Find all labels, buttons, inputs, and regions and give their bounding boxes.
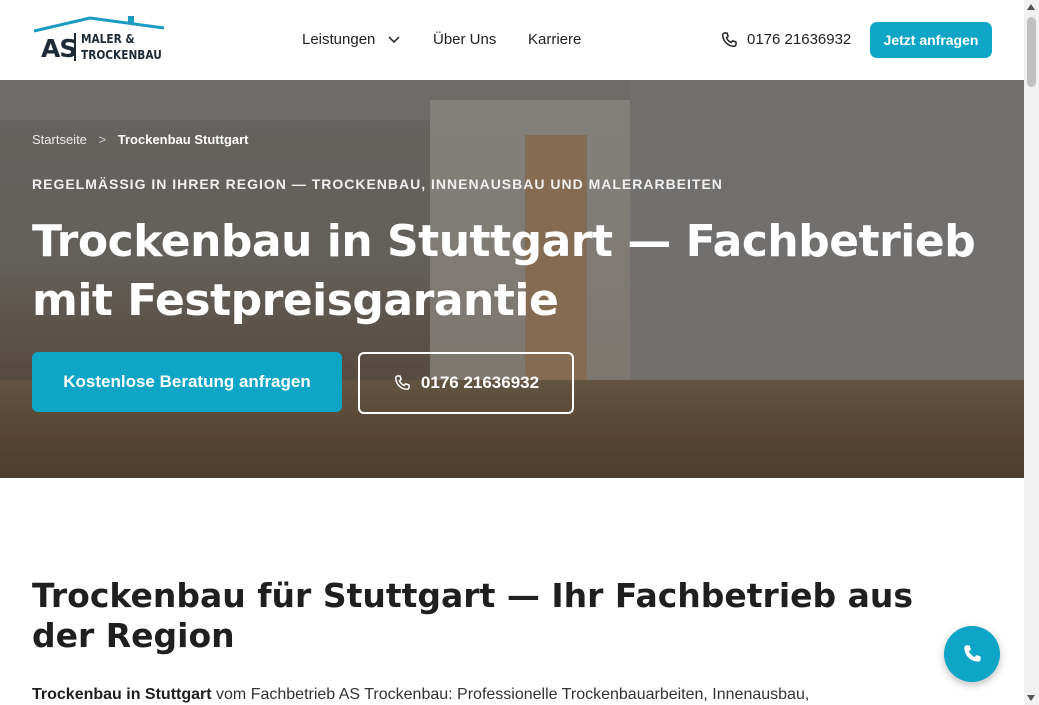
page-scrollbar[interactable] [1024, 0, 1039, 705]
breadcrumb: Startseite > Trockenbau Stuttgart [32, 132, 249, 147]
nav-item-label: Leistungen [302, 31, 376, 48]
site-header: AS MALER & TROCKENBAU Leistungen Über Un… [0, 0, 1024, 80]
intro-paragraph: Trockenbau in Stuttgart vom Fachbetrieb … [32, 684, 932, 705]
jetzt-anfragen-button[interactable]: Jetzt anfragen [870, 22, 992, 58]
nav-item-ueber-uns[interactable]: Über Uns [433, 31, 496, 48]
scrollbar-thumb[interactable] [1027, 17, 1036, 87]
chevron-down-icon [388, 36, 400, 44]
nav-item-label: Karriere [528, 31, 582, 48]
breadcrumb-separator: > [98, 132, 107, 147]
scroll-down-arrow-icon[interactable] [1027, 695, 1035, 701]
breadcrumb-current: Trockenbau Stuttgart [117, 132, 249, 147]
header-phone-number: 0176 21636932 [747, 31, 852, 48]
intro-bold: Trockenbau in Stuttgart [32, 686, 212, 703]
hero-phone-number: 0176 21636932 [420, 373, 540, 392]
section-title: Trockenbau für Stuttgart — Ihr Fachbetri… [32, 576, 914, 655]
logo-divider [74, 33, 76, 61]
intro-rest: vom Fachbetrieb AS Trockenbau: Professio… [211, 686, 810, 703]
logo-line-1: MALER & [81, 32, 135, 46]
hero-section: Startseite > Trockenbau Stuttgart REGELM… [0, 80, 1024, 478]
hero-title: Trockenbau in Stuttgart — Fachbetrieb mi… [32, 216, 976, 326]
logo-line-2: TROCKENBAU [81, 48, 162, 62]
nav-item-leistungen[interactable]: Leistungen [302, 31, 400, 48]
scroll-up-arrow-icon[interactable] [1027, 4, 1035, 10]
phone-icon [394, 375, 410, 391]
logo[interactable]: AS MALER & TROCKENBAU [32, 14, 166, 66]
kostenlose-beratung-button[interactable]: Kostenlose Beratung anfragen [32, 352, 342, 412]
nav-item-karriere[interactable]: Karriere [528, 31, 581, 48]
breadcrumb-home[interactable]: Startseite [32, 132, 87, 147]
phone-icon [964, 645, 981, 662]
roof-icon [33, 16, 165, 33]
phone-icon [721, 32, 737, 48]
logo-initials: AS [41, 34, 77, 63]
nav-item-label: Über Uns [433, 31, 497, 48]
hero-eyebrow: REGELMÄSSIG IN IHRER REGION — TROCKENBAU… [32, 176, 723, 192]
hero-phone-button[interactable]: 0176 21636932 [358, 352, 574, 414]
floating-call-button[interactable] [944, 626, 1000, 682]
